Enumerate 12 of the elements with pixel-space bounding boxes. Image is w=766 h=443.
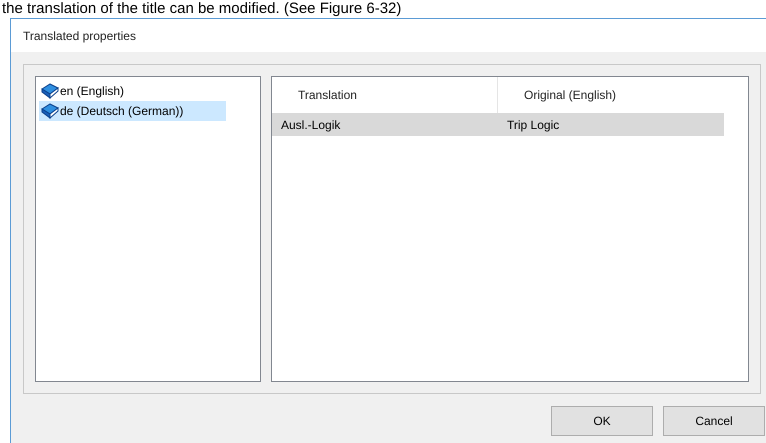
table-row[interactable]: Ausl.-Logik Trip Logic <box>272 113 724 136</box>
table-cell-text: Ausl.-Logik <box>280 116 342 134</box>
book-icon <box>41 83 59 99</box>
caption-text: the translation of the title can be modified. (See Figure 6-32) <box>1 0 402 18</box>
cancel-button[interactable]: Cancel <box>663 406 765 436</box>
language-item[interactable]: en (English) <box>39 81 226 101</box>
window-title: Translated properties <box>23 28 136 44</box>
book-icon <box>41 103 59 119</box>
ok-button[interactable]: OK <box>551 406 653 436</box>
table-cell-text: Trip Logic <box>506 116 560 134</box>
language-item[interactable]: de (Deutsch (German)) <box>39 101 226 121</box>
column-header[interactable]: Original (English) <box>498 77 724 113</box>
